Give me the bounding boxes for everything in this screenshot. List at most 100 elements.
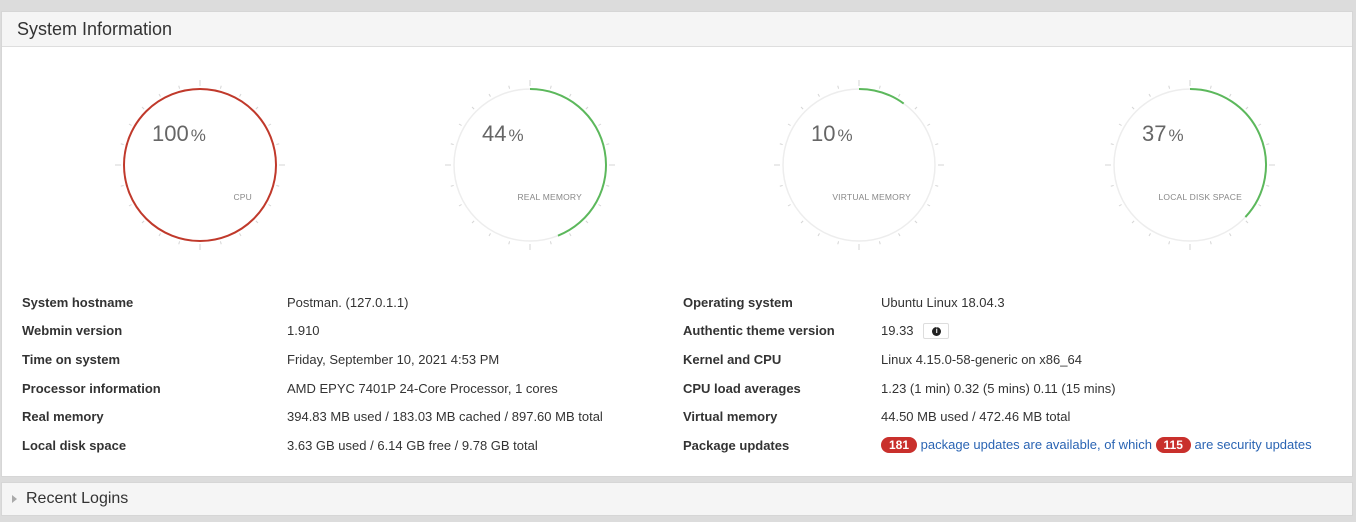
gauge-tick [458, 204, 462, 207]
time-key: Time on system [22, 351, 121, 367]
gauge-tick [935, 184, 939, 187]
virtual-memory-key: Virtual memory [683, 409, 778, 425]
gauge-tick [255, 106, 259, 110]
processor-key: Processor information [22, 380, 161, 396]
gauge-dial [115, 80, 285, 250]
gauge-percent-unit: % [508, 126, 524, 145]
gauge-tick [837, 85, 840, 89]
gauge-tick [878, 85, 881, 89]
gauge-percent-value: 10 [811, 121, 836, 146]
theme-info-button[interactable]: i [923, 323, 950, 340]
webmin-version-value: 1.910 [287, 323, 320, 339]
gauge-tick [549, 85, 552, 89]
gauge-label: VIRTUAL MEMORY [832, 192, 911, 202]
os-key: Operating system [683, 294, 793, 310]
gauge-tick [569, 93, 572, 97]
panel-title[interactable]: System Information [2, 12, 1352, 47]
gauge-tick [1245, 220, 1249, 224]
system-information-panel: System Information 100% CPU 44% REAL MEMORY… [1, 11, 1353, 477]
gauge-dial [774, 80, 944, 250]
gauge-cpu: 100% CPU [80, 48, 320, 278]
gauge-tick [1131, 106, 1135, 110]
recent-logins-header[interactable]: Recent Logins [2, 483, 1352, 515]
gauge-dial [1105, 80, 1275, 250]
gauge-tick [1229, 233, 1232, 237]
gauge-tick [1209, 241, 1212, 245]
gauge-tick [120, 184, 124, 187]
gauge-tick [219, 85, 222, 89]
gauge-tick [141, 220, 145, 224]
webmin-version-key: Webmin version [22, 323, 123, 339]
gauge-tick [606, 184, 610, 187]
recent-logins-title: Recent Logins [26, 490, 129, 507]
gauge-tick [898, 233, 901, 237]
gauge-tick [450, 184, 454, 187]
gauge-tick [914, 106, 918, 110]
gauge-tick [1266, 143, 1270, 146]
gauge-label: LOCAL DISK SPACE [1158, 192, 1242, 202]
gauge-percent-value: 44 [482, 121, 507, 146]
gauge-value-arc [123, 88, 277, 242]
gauges-row: 100% CPU 44% REAL MEMORY 10% VIRTUAL MEMORY 37… [2, 48, 1354, 278]
updates-available-link[interactable]: package updates are available, of which [921, 437, 1152, 452]
gauge-tick [1148, 93, 1151, 97]
gauge-local-disk-space: 37% LOCAL DISK SPACE [1070, 48, 1310, 278]
table-row: Real memory 394.83 MB used / 183.03 MB c… [16, 402, 1318, 431]
gauge-tick [817, 233, 820, 237]
gauge-tick [914, 220, 918, 224]
theme-version-key: Authentic theme version [683, 323, 835, 339]
gauge-tick [471, 220, 475, 224]
gauge-tick [837, 241, 840, 245]
gauge-percent-unit: % [837, 126, 853, 145]
hostname-value: Postman. (127.0.1.1) [287, 294, 409, 310]
caret-right-icon [12, 495, 17, 503]
gauge-tick [1209, 85, 1212, 89]
gauge-tick [800, 106, 804, 110]
gauge-tick [935, 143, 939, 146]
gauge-tick [1245, 106, 1249, 110]
gauge-tick [1168, 85, 1171, 89]
gauge-tick [268, 204, 272, 207]
gauge-percent-value: 100 [152, 121, 189, 146]
gauge-tick [276, 143, 280, 146]
gauge-tick [1168, 241, 1171, 245]
gauge-tick [276, 184, 280, 187]
gauge-tick [120, 143, 124, 146]
gauge-tick [239, 233, 242, 237]
security-updates-link[interactable]: are security updates [1195, 437, 1312, 452]
package-updates-key: Package updates [683, 437, 790, 453]
gauge-tick [569, 233, 572, 237]
gauge-tick [1229, 93, 1232, 97]
kernel-value: Linux 4.15.0-58-generic on x86_64 [881, 351, 1082, 367]
table-row: System hostname Postman. (127.0.1.1) Ope… [16, 288, 1318, 317]
gauge-tick [1110, 143, 1114, 146]
real-memory-value: 394.83 MB used / 183.03 MB cached / 897.… [287, 409, 603, 425]
gauge-percent: 10% [811, 121, 931, 147]
gauge-tick [219, 241, 222, 245]
gauge-dial [445, 80, 615, 250]
gauge-tick [1266, 184, 1270, 187]
disk-value: 3.63 GB used / 6.14 GB free / 9.78 GB to… [287, 437, 538, 453]
updates-count-badge[interactable]: 181 [881, 437, 918, 454]
table-row: Processor information AMD EPYC 7401P 24-… [16, 374, 1318, 403]
gauge-tick [898, 93, 901, 97]
gauge-tick [471, 106, 475, 110]
gauge-percent: 44% [482, 121, 602, 147]
gauge-value-arc [529, 88, 607, 237]
table-row: Local disk space 3.63 GB used / 6.14 GB … [16, 431, 1318, 460]
load-key: CPU load averages [683, 380, 801, 396]
gauge-tick [158, 233, 161, 237]
gauge-tick [239, 93, 242, 97]
table-row: Time on system Friday, September 10, 202… [16, 345, 1318, 374]
package-updates-cell: 181 package updates are available, of wh… [875, 431, 1318, 460]
gauge-tick [878, 241, 881, 245]
load-value: 1.23 (1 min) 0.32 (5 mins) 0.11 (15 mins… [881, 380, 1116, 396]
security-count-badge[interactable]: 115 [1155, 437, 1191, 454]
hostname-key: System hostname [22, 294, 134, 310]
gauge-tick [1148, 233, 1151, 237]
gauge-tick [508, 241, 511, 245]
gauge-tick [549, 241, 552, 245]
gauge-value-arc [858, 88, 905, 105]
gauge-tick [787, 204, 791, 207]
gauge-tick [598, 204, 602, 207]
